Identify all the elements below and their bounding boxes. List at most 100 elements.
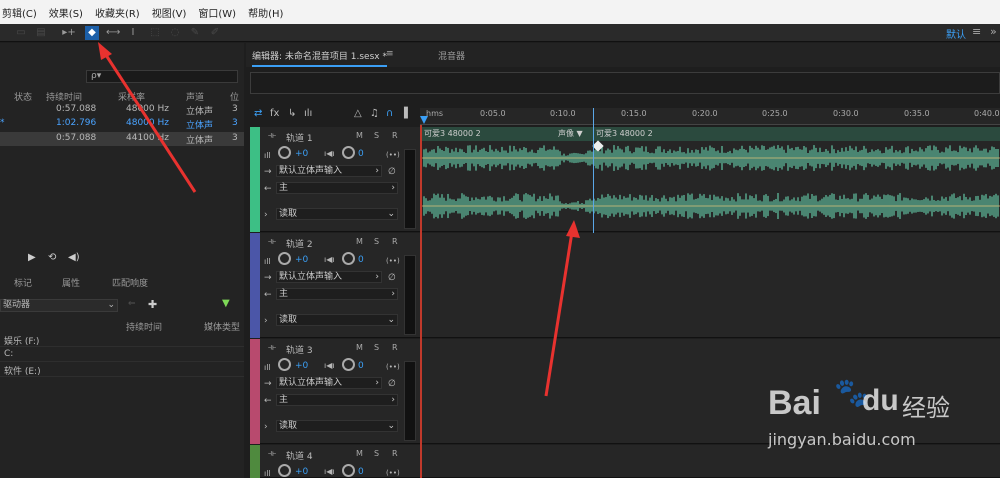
menu-favorites[interactable]: 收藏夹(R) — [95, 5, 140, 20]
timeline-ruler[interactable]: hms 0:05.0 0:10.0 0:15.0 0:20.0 0:25.0 0… — [420, 108, 1000, 125]
volume-value[interactable]: +0 — [295, 149, 308, 159]
file-row[interactable]: 0:57.088 48000 Hz 立体声 3 — [0, 103, 244, 117]
auto-play-icon[interactable]: ◀) — [68, 252, 80, 263]
playhead-start-marker[interactable] — [420, 116, 428, 124]
col-media-type[interactable]: 媒体类型 — [204, 320, 240, 333]
loop-icon[interactable]: ⟲ — [48, 252, 56, 263]
mute-button[interactable]: M — [356, 449, 363, 458]
expand-icon[interactable]: › — [264, 316, 268, 326]
more-workspaces-icon[interactable]: » — [990, 25, 997, 38]
solo-button[interactable]: S — [374, 237, 379, 246]
files-search-input[interactable]: ρ▾ — [86, 70, 238, 83]
tab-mixer[interactable]: 混音器 — [438, 49, 465, 62]
volume-knob[interactable] — [278, 464, 291, 477]
multitrack-view-icon[interactable]: ▤ — [34, 26, 48, 40]
phase-icon[interactable]: ∅ — [388, 379, 396, 389]
expand-icon[interactable]: › — [264, 210, 268, 220]
track-lane-2[interactable] — [422, 233, 1000, 338]
phase-icon[interactable]: ∅ — [388, 167, 396, 177]
stereo-icon[interactable]: (••) — [386, 257, 400, 265]
track-output-select[interactable]: 主 › — [276, 182, 398, 194]
track-name[interactable]: 轨道 1 — [286, 131, 313, 144]
file-row-selected[interactable]: 0:57.088 44100 Hz 立体声 3 — [0, 132, 244, 146]
pan-knob[interactable] — [342, 252, 355, 265]
tab-markers[interactable]: 标记 — [14, 276, 32, 289]
collapse-icon[interactable]: ⟛ — [268, 449, 276, 459]
volume-value[interactable]: +0 — [295, 255, 308, 265]
track-input-select[interactable]: 默认立体声输入 › — [276, 165, 382, 177]
lasso-tool-icon[interactable]: ◌ — [168, 26, 182, 40]
track-lane-1[interactable] — [422, 127, 1000, 232]
pan-knob[interactable] — [342, 358, 355, 371]
clip-header[interactable]: 可爱3 48000 2 声像 ▼ 可爱3 48000 2 — [422, 127, 1000, 141]
expand-icon[interactable]: › — [264, 422, 268, 432]
solo-button[interactable]: S — [374, 131, 379, 140]
file-row[interactable]: * 1:02.796 48000 Hz 立体声 3 — [0, 117, 244, 131]
menu-effects[interactable]: 效果(S) — [49, 5, 83, 20]
sends-icon[interactable]: ↳ — [288, 108, 296, 119]
track-output-select[interactable]: 主 › — [276, 394, 398, 406]
record-arm-button[interactable]: R — [392, 237, 398, 246]
pan-value[interactable]: 0 — [358, 255, 364, 265]
metronome-icon[interactable]: △ — [354, 108, 362, 119]
collapse-icon[interactable]: ⟛ — [268, 343, 276, 353]
stereo-icon[interactable]: (••) — [386, 151, 400, 159]
record-arm-button[interactable]: R — [392, 131, 398, 140]
solo-button[interactable]: S — [374, 449, 379, 458]
tab-match-loudness[interactable]: 匹配响度 — [112, 276, 148, 289]
pan-value[interactable]: 0 — [358, 361, 364, 371]
track-output-select[interactable]: 主 › — [276, 288, 398, 300]
menu-clip[interactable]: 剪辑(C) — [2, 5, 37, 20]
tab-properties[interactable]: 属性 — [62, 276, 80, 289]
col-duration[interactable]: 持续时间 — [46, 90, 82, 103]
workspace-menu-icon[interactable]: ≡ — [972, 25, 981, 38]
menu-window[interactable]: 窗口(W) — [198, 5, 236, 20]
filter-icon[interactable]: ▼ — [222, 298, 230, 309]
automation-mode-select[interactable]: 读取 ⌄ — [276, 314, 398, 326]
col-samplerate[interactable]: 采样率 — [118, 90, 145, 103]
record-arm-button[interactable]: R — [392, 343, 398, 352]
clip-pan-label[interactable]: 声像 ▼ — [558, 128, 583, 139]
tab-menu-icon[interactable]: ≡ — [386, 49, 394, 59]
volume-value[interactable]: +0 — [295, 467, 308, 477]
brush-tool-icon[interactable]: ✎ — [188, 26, 202, 40]
track-input-select[interactable]: 默认立体声输入 › — [276, 271, 382, 283]
menu-view[interactable]: 视图(V) — [152, 5, 187, 20]
slip-tool-icon[interactable]: ⟷ — [106, 26, 120, 40]
automation-mode-select[interactable]: 读取 ⌄ — [276, 420, 398, 432]
stereo-icon[interactable]: (••) — [386, 469, 400, 477]
tab-editor[interactable]: 编辑器: 未命名混音项目 1.sesx * — [252, 49, 387, 67]
magnet-icon[interactable]: ∩ — [386, 108, 393, 119]
track-name[interactable]: 轨道 2 — [286, 237, 313, 250]
mute-button[interactable]: M — [356, 237, 363, 246]
volume-value[interactable]: +0 — [295, 361, 308, 371]
solo-button[interactable]: S — [374, 343, 379, 352]
volume-knob[interactable] — [278, 358, 291, 371]
razor-tool-icon[interactable]: ◆ — [85, 26, 99, 40]
track-name[interactable]: 轨道 4 — [286, 449, 313, 462]
col-browser-duration[interactable]: 持续时间 — [126, 320, 162, 333]
move-tool-icon[interactable]: ▸+ — [62, 26, 76, 40]
spot-heal-tool-icon[interactable]: ✐ — [208, 26, 222, 40]
track-name[interactable]: 轨道 3 — [286, 343, 313, 356]
drive-row[interactable]: C: — [0, 348, 244, 362]
col-channels[interactable]: 声道 — [186, 90, 204, 103]
phase-icon[interactable]: ∅ — [388, 273, 396, 283]
pan-value[interactable]: 0 — [358, 149, 364, 159]
eq-icon[interactable]: ılı — [304, 108, 312, 119]
pan-knob[interactable] — [342, 464, 355, 477]
drive-row[interactable]: 娱乐 (F:) — [0, 333, 244, 347]
mute-button[interactable]: M — [356, 131, 363, 140]
playhead-line[interactable] — [593, 108, 594, 233]
record-arm-button[interactable]: R — [392, 449, 398, 458]
add-favorite-icon[interactable]: ✚ — [148, 298, 157, 311]
collapse-icon[interactable]: ⟛ — [268, 237, 276, 247]
snap-icon[interactable]: ♫ — [370, 108, 379, 119]
marquee-tool-icon[interactable]: ⬚ — [148, 26, 162, 40]
back-icon[interactable]: ⇐ — [128, 299, 136, 309]
drive-select[interactable]: 驱动器 ⌄ — [0, 299, 118, 312]
pan-knob[interactable] — [342, 146, 355, 159]
col-bits[interactable]: 位 — [230, 90, 239, 103]
io-toggle-icon[interactable]: ⇄ — [254, 108, 262, 119]
col-status[interactable]: 状态 — [14, 90, 32, 103]
